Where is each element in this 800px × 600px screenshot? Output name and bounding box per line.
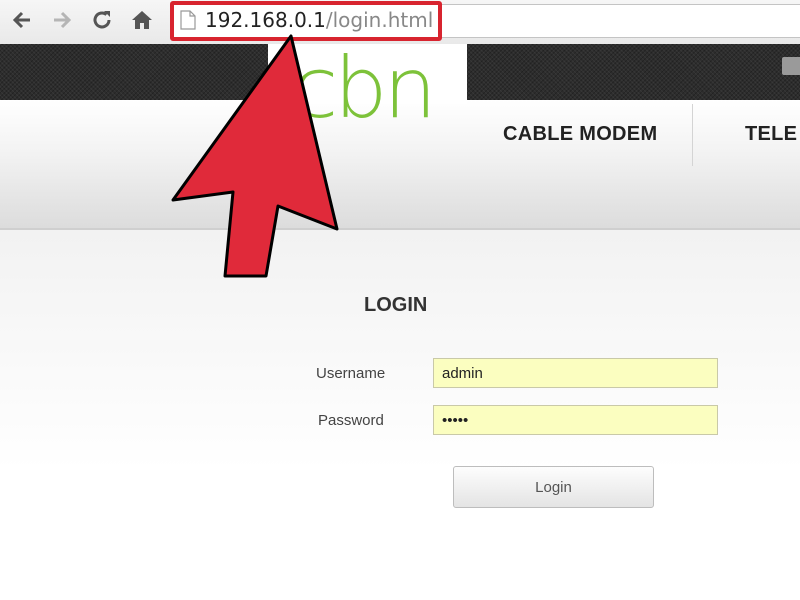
login-title: LOGIN — [364, 294, 428, 316]
forward-arrow-icon[interactable] — [48, 6, 76, 34]
url-text[interactable]: 192.168.0.1/login.html — [205, 8, 433, 32]
top-bar-handle — [782, 57, 800, 75]
nav-item-tele[interactable]: TELE — [745, 123, 797, 146]
back-arrow-icon[interactable] — [8, 6, 36, 34]
password-input[interactable] — [433, 405, 718, 435]
home-icon[interactable] — [128, 6, 156, 34]
reload-icon[interactable] — [88, 6, 116, 34]
page-document-icon — [180, 10, 196, 35]
username-label: Username — [316, 365, 386, 382]
password-label: Password — [318, 412, 384, 429]
url-path: /login.html — [325, 8, 434, 32]
url-host: 192.168.0.1 — [205, 8, 326, 32]
nav-divider — [692, 104, 693, 166]
username-input[interactable] — [433, 358, 718, 388]
logo: cbn — [292, 39, 437, 137]
login-button[interactable]: Login — [453, 466, 654, 508]
nav-item-cable-modem[interactable]: CABLE MODEM — [503, 123, 657, 146]
